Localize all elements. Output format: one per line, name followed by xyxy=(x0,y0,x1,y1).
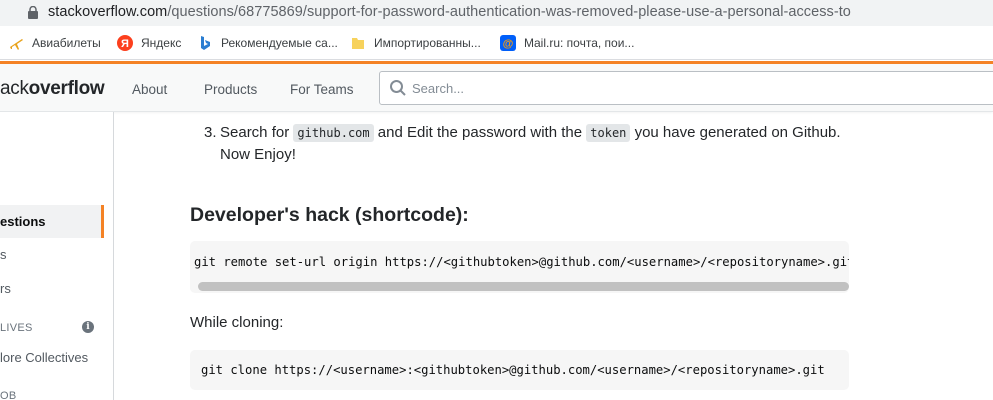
inline-code: github.com xyxy=(293,124,374,142)
step-text: you have generated on Github. xyxy=(634,124,841,141)
sidebar-item-label: estions xyxy=(0,214,46,229)
site-logo[interactable]: ackoverflow xyxy=(0,78,105,100)
svg-text:Я: Я xyxy=(121,38,129,50)
bookmark-yandex[interactable]: Я Яндекс xyxy=(117,35,181,51)
code-block[interactable]: git clone https://<username>:<githubtoke… xyxy=(190,350,849,390)
left-sidebar: estions s rs LIVES i lore Collectives OB xyxy=(0,112,114,400)
address-bar[interactable]: stackoverflow.com/questions/68775869/sup… xyxy=(0,0,993,26)
list-number: 3. xyxy=(204,124,217,141)
logo-prefix: ack xyxy=(0,78,29,99)
bookmark-recommended[interactable]: Рекомендуемые са... xyxy=(197,35,338,51)
code-line: git remote set-url origin https://<githu… xyxy=(194,255,849,269)
bookmark-imported[interactable]: Импортированны... xyxy=(350,35,481,51)
bookmark-label: Яндекс xyxy=(141,36,182,50)
lock-icon xyxy=(28,6,38,19)
bookmark-label: Авиабилеты xyxy=(32,36,101,50)
folder-icon xyxy=(350,35,366,51)
sidebar-item-questions[interactable]: estions xyxy=(0,205,104,238)
search-placeholder: Search... xyxy=(412,81,465,96)
list-item-text: Search for github.com and Edit the passw… xyxy=(220,122,860,166)
bing-icon xyxy=(197,35,213,51)
sidebar-heading-jobs: OB xyxy=(0,390,17,400)
sidebar-item-tags[interactable]: s xyxy=(0,247,7,262)
site-header: ackoverflow About Products For Teams Sea… xyxy=(0,64,993,112)
url-text[interactable]: stackoverflow.com/questions/68775869/sup… xyxy=(48,4,851,20)
step-text: and Edit the password with the xyxy=(377,124,583,141)
search-icon xyxy=(390,80,406,96)
bookmark-label: Рекомендуемые са... xyxy=(221,36,338,50)
info-icon[interactable]: i xyxy=(82,321,94,333)
step-text: Now Enjoy! xyxy=(220,146,296,163)
url-domain: stackoverflow.com xyxy=(48,4,168,20)
paragraph: While cloning: xyxy=(190,314,284,331)
inline-code: token xyxy=(586,124,631,142)
section-heading: Developer's hack (shortcode): xyxy=(190,204,469,226)
bookmark-label: Импортированны... xyxy=(374,36,481,50)
sidebar-item-explore-collectives[interactable]: lore Collectives xyxy=(0,350,88,365)
yandex-icon: Я xyxy=(117,35,133,51)
nav-products[interactable]: Products xyxy=(204,82,257,97)
bookmark-mailru[interactable]: @ Mail.ru: почта, пои... xyxy=(500,35,634,51)
svg-text:@: @ xyxy=(503,38,514,50)
url-path: /questions/68775869/support-for-password… xyxy=(167,4,851,20)
sidebar-heading-collectives: LIVES xyxy=(0,322,33,334)
nav-about[interactable]: About xyxy=(132,82,167,97)
bookmark-aviabilety[interactable]: Авиабилеты xyxy=(8,35,101,51)
step-text: Search for xyxy=(220,124,290,141)
logo-bold: overflow xyxy=(28,78,105,99)
code-line: git clone https://<username>:<githubtoke… xyxy=(201,363,825,377)
sidebar-item-users[interactable]: rs xyxy=(0,281,11,296)
bookmark-label: Mail.ru: почта, пои... xyxy=(524,36,635,50)
search-input[interactable]: Search... xyxy=(379,71,993,105)
horizontal-scrollbar[interactable] xyxy=(198,282,849,291)
airplane-icon xyxy=(8,35,24,51)
mailru-icon: @ xyxy=(500,35,516,51)
bookmarks-bar: Авиабилеты Я Яндекс Рекомендуемые са... … xyxy=(0,26,993,60)
nav-for-teams[interactable]: For Teams xyxy=(290,82,354,97)
code-block[interactable]: git remote set-url origin https://<githu… xyxy=(190,241,849,293)
